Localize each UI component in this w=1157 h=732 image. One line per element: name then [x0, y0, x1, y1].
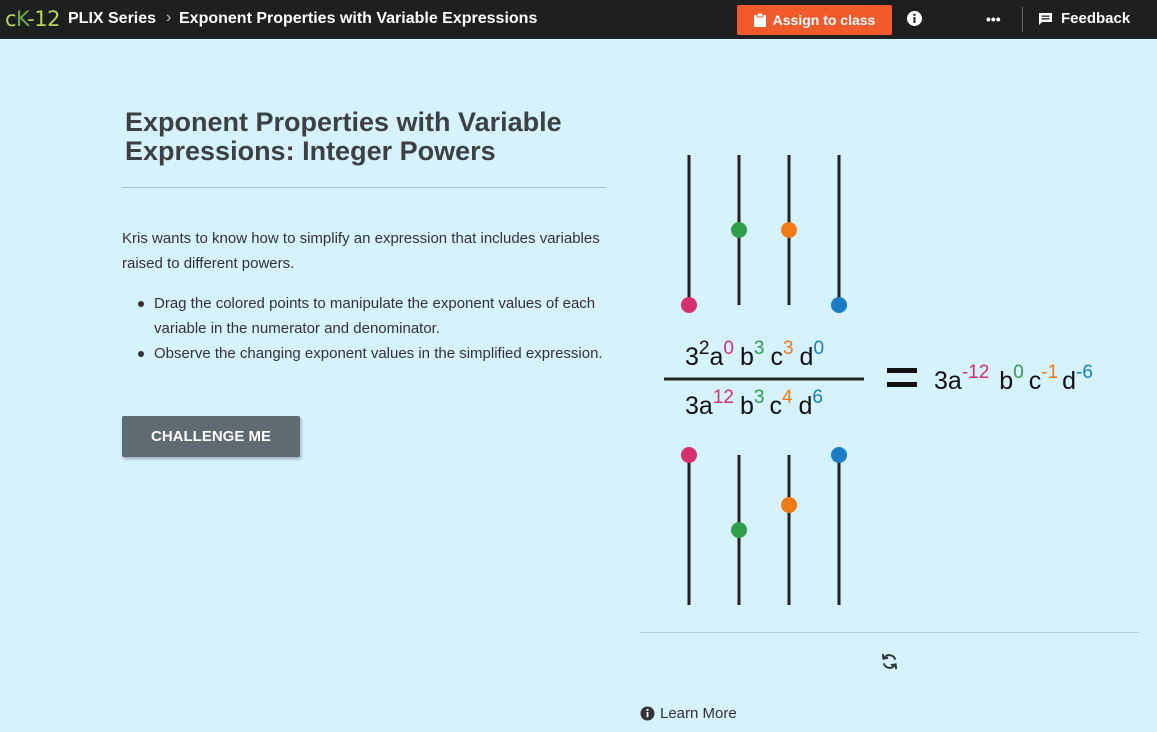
numerator-sliders: [681, 155, 847, 313]
slider-handle-d-bottom[interactable]: [831, 447, 847, 463]
slider-handle-d-top[interactable]: [831, 297, 847, 313]
result-a-exp: -12: [962, 362, 989, 383]
denominator-c-exp: 4: [782, 387, 793, 408]
denominator-coef: 3a: [685, 392, 713, 420]
numerator-b: b: [740, 343, 754, 371]
logo-c: c: [5, 7, 17, 31]
title-divider: [122, 187, 606, 188]
learn-more-label: Learn More: [660, 705, 737, 722]
result-expression: 3a-12 b0 c-1 d-6: [934, 362, 1093, 395]
denominator-d: d: [799, 392, 813, 420]
breadcrumb-title: Exponent Properties with Variable Expres…: [179, 10, 538, 27]
assign-label: Assign to class: [772, 12, 876, 28]
assign-to-class-button[interactable]: Assign to class: [737, 5, 892, 35]
denominator-b: b: [740, 392, 754, 420]
equals-sign: [887, 368, 917, 387]
numerator-b-exp: 3: [754, 338, 765, 359]
denominator-sliders: [681, 447, 847, 605]
breadcrumb-separator: ›: [166, 9, 172, 26]
description: Kris wants to know how to simplify an ex…: [122, 230, 600, 272]
feedback-label: Feedback: [1061, 10, 1131, 27]
result-b-exp: 0: [1013, 362, 1024, 383]
slider-handle-a-bottom[interactable]: [681, 447, 697, 463]
numerator-c-exp: 3: [783, 338, 794, 359]
list-item: Observe the changing exponent values in …: [138, 341, 604, 366]
slider-handle-a-top[interactable]: [681, 297, 697, 313]
breadcrumb-series[interactable]: PLIX Series: [68, 10, 156, 28]
numerator-a: a: [709, 343, 723, 371]
logo-k: K: [16, 7, 28, 31]
result-d-exp: -6: [1076, 362, 1093, 383]
clipboard-icon: [753, 13, 766, 27]
info-icon[interactable]: [906, 10, 923, 27]
denominator-expression: 3a12 b3 c4 d6: [685, 387, 823, 420]
instructions-list: Drag the colored points to manipulate th…: [138, 291, 604, 366]
denominator-c: c: [769, 392, 782, 420]
learn-more-link[interactable]: Learn More: [640, 705, 737, 722]
exponent-interactive: 32a0 b3 c3 d0 3a12 b3 c4 d6 3a-12 b0 c-1 d-6: [664, 155, 1093, 605]
result-coef: 3a: [934, 367, 962, 395]
slider-handle-b-top[interactable]: [731, 222, 747, 238]
challenge-me-button[interactable]: CHALLENGE ME: [122, 416, 300, 457]
toolbar-divider: [1022, 7, 1023, 32]
numerator-c: c: [770, 343, 783, 371]
numerator-a-exp: 0: [723, 338, 734, 359]
interactive-divider: [640, 632, 1139, 633]
numerator-d: d: [800, 343, 814, 371]
result-b: b: [999, 367, 1013, 395]
reset-icon[interactable]: [880, 652, 899, 671]
list-item: Drag the colored points to manipulate th…: [138, 291, 604, 341]
feedback-button[interactable]: Feedback: [1038, 10, 1130, 27]
denominator-d-exp: 6: [812, 387, 823, 408]
top-bar: cK-12 PLIX Series › Exponent Properties …: [0, 0, 1157, 39]
more-icon[interactable]: •••: [986, 11, 1001, 27]
denominator-a-exp: 12: [713, 387, 734, 408]
result-c: c: [1029, 367, 1042, 395]
result-c-exp: -1: [1041, 362, 1058, 383]
slider-handle-b-bottom[interactable]: [731, 522, 747, 538]
numerator-coef: 3: [685, 343, 699, 371]
slider-handle-c-top[interactable]: [781, 222, 797, 238]
feedback-icon: [1039, 12, 1052, 25]
denominator-b-exp: 3: [754, 387, 765, 408]
slider-handle-c-bottom[interactable]: [781, 497, 797, 513]
info-icon: [640, 706, 655, 721]
numerator-expression: 32a0 b3 c3 d0: [685, 338, 824, 371]
result-d: d: [1062, 367, 1076, 395]
numerator-coef-exp: 2: [699, 338, 710, 359]
ck12-logo[interactable]: cK-12: [5, 7, 60, 31]
logo-number: -12: [27, 7, 60, 31]
page-title: Exponent Properties with Variable Expres…: [125, 107, 562, 166]
numerator-d-exp: 0: [813, 338, 824, 359]
